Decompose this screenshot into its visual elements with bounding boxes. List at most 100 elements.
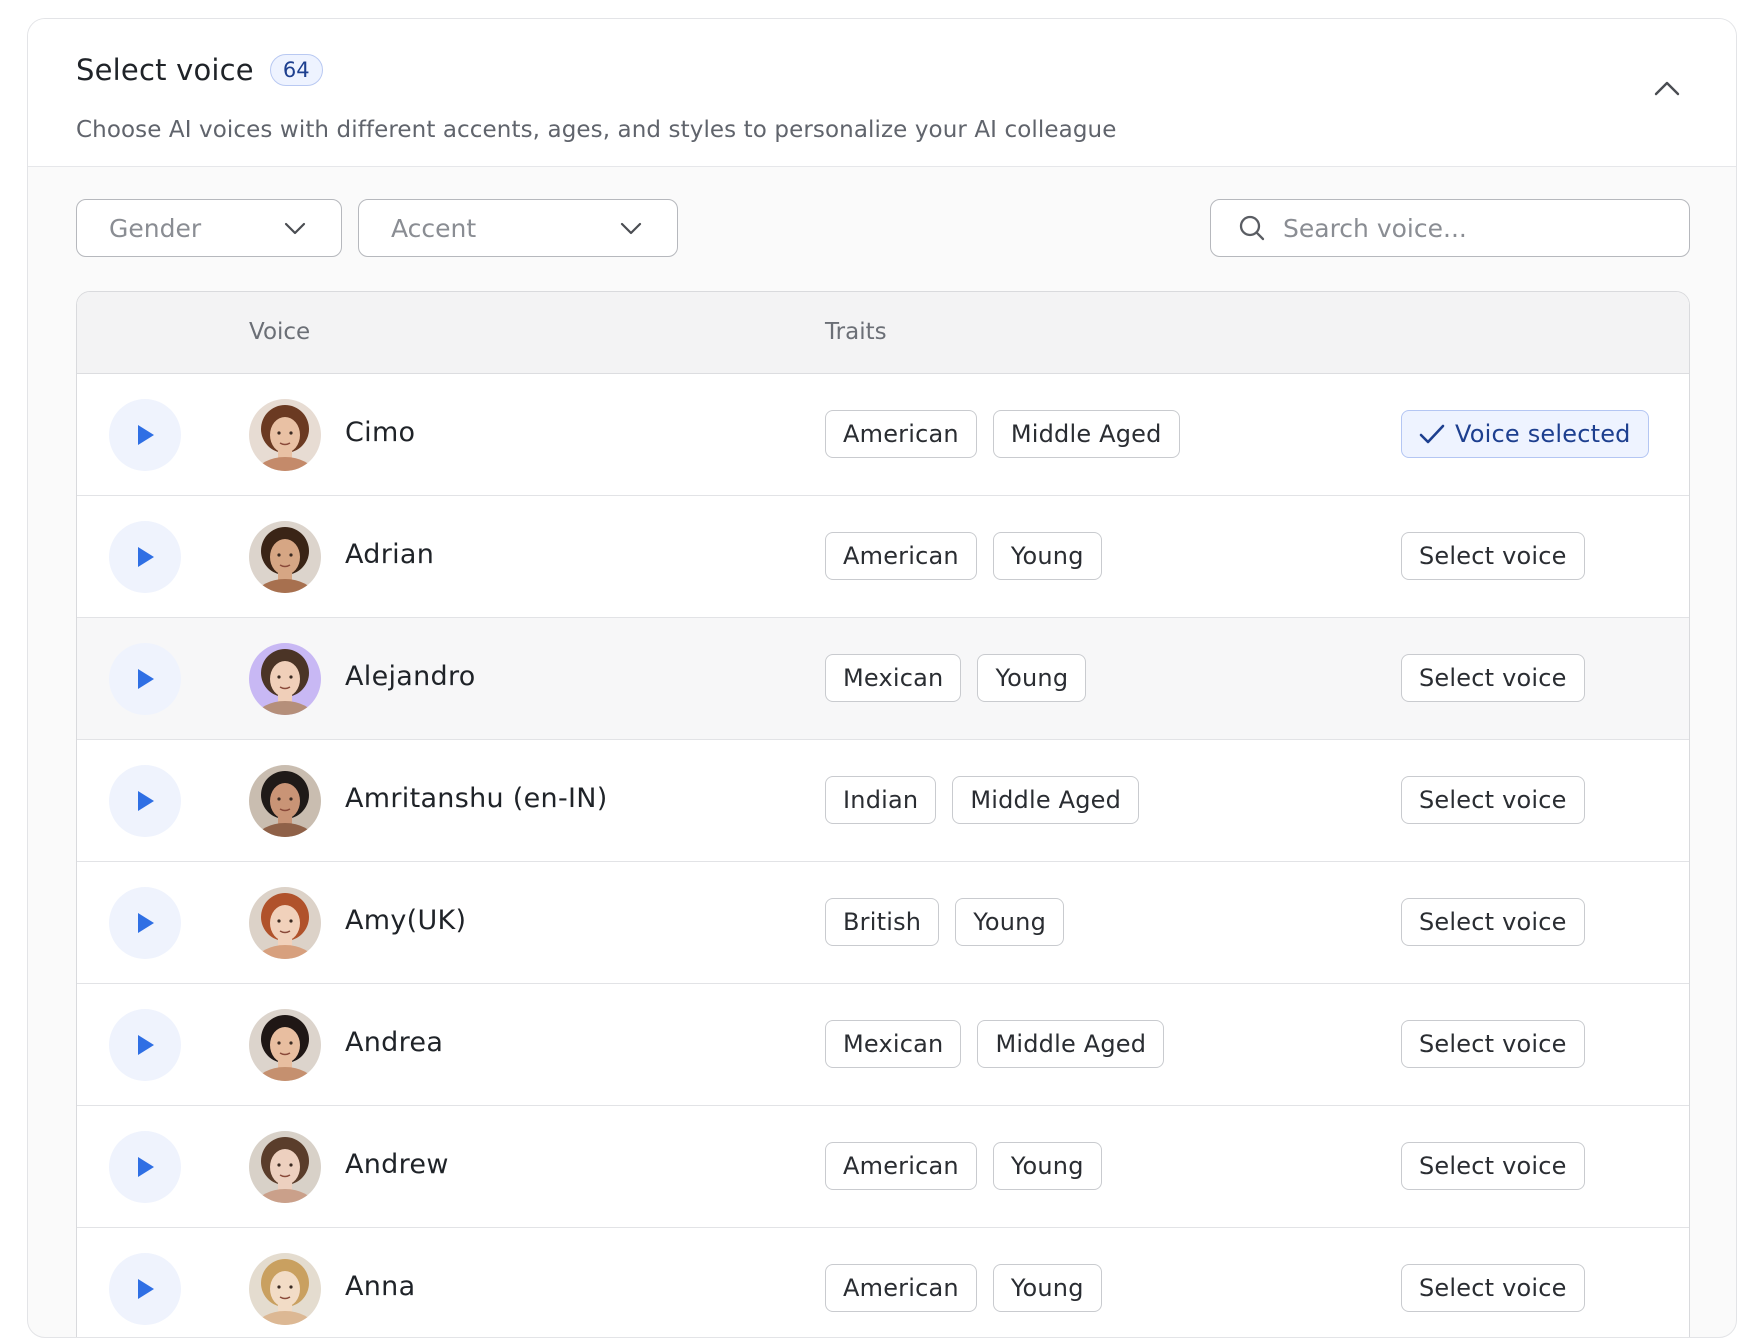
voice-table: Voice Traits Cimo American Middle Aged Voic… — [76, 291, 1690, 1337]
search-icon — [1237, 213, 1267, 243]
voice-name: Alejandro — [345, 661, 476, 692]
title-row: Select voice 64 — [76, 53, 323, 87]
search-input[interactable] — [1281, 212, 1665, 244]
voice-name: Andrea — [345, 1027, 444, 1058]
play-icon — [138, 1279, 154, 1299]
play-icon — [138, 669, 154, 689]
play-button[interactable] — [109, 1009, 181, 1081]
trait-chip: American — [825, 410, 977, 458]
table-row: Andrea Mexican Middle Aged Select voice — [77, 984, 1689, 1106]
table-row: Cimo American Middle Aged Voice selected — [77, 374, 1689, 496]
avatar — [249, 765, 321, 837]
action-label: Select voice — [1419, 1274, 1567, 1302]
play-button[interactable] — [109, 1131, 181, 1203]
voice-name: Anna — [345, 1271, 416, 1302]
play-button[interactable] — [109, 765, 181, 837]
chevron-up-icon — [1654, 81, 1680, 96]
accent-dropdown-label: Accent — [391, 213, 477, 243]
play-icon — [138, 425, 154, 445]
trait-list: Mexican Young — [825, 654, 1087, 702]
trait-chip: American — [825, 1142, 977, 1190]
trait-chip: Mexican — [825, 1020, 962, 1068]
table-row: Adrian American Young Select voice — [77, 496, 1689, 618]
play-button[interactable] — [109, 643, 181, 715]
trait-chip: Middle Aged — [952, 776, 1140, 824]
trait-list: British Young — [825, 898, 1065, 946]
trait-chip: Indian — [825, 776, 937, 824]
play-button[interactable] — [109, 1253, 181, 1325]
action-label: Select voice — [1419, 786, 1567, 814]
play-icon — [138, 547, 154, 567]
play-icon — [138, 913, 154, 933]
voice-name: Amritanshu (en-IN) — [345, 783, 608, 814]
voice-name: Andrew — [345, 1149, 449, 1180]
trait-list: American Young — [825, 1264, 1102, 1312]
table-row: Alejandro Mexican Young Select voice — [77, 618, 1689, 740]
voice-name: Amy(UK) — [345, 905, 467, 936]
trait-list: American Young — [825, 532, 1102, 580]
action-label: Select voice — [1419, 664, 1567, 692]
trait-chip: Young — [955, 898, 1065, 946]
select-voice-button[interactable]: Select voice — [1401, 1264, 1585, 1312]
select-voice-button[interactable]: Select voice — [1401, 532, 1585, 580]
trait-chip: Middle Aged — [977, 1020, 1165, 1068]
chevron-down-icon — [620, 222, 642, 235]
action-label: Select voice — [1419, 908, 1567, 936]
avatar — [249, 1009, 321, 1081]
table-row: Anna American Young Select voice — [77, 1228, 1689, 1337]
trait-chip: Young — [992, 532, 1102, 580]
table-row: Amy(UK) British Young Select voice — [77, 862, 1689, 984]
select-voice-button[interactable]: Select voice — [1401, 1142, 1585, 1190]
play-icon — [138, 791, 154, 811]
avatar — [249, 399, 321, 471]
avatar — [249, 521, 321, 593]
collapse-button[interactable] — [1650, 71, 1684, 105]
trait-chip: American — [825, 532, 977, 580]
voice-name: Cimo — [345, 417, 416, 448]
voice-selection-panel: Select voice 64 Choose AI voices with di… — [27, 18, 1737, 1338]
trait-chip: Middle Aged — [992, 410, 1180, 458]
trait-chip: Mexican — [825, 654, 962, 702]
gender-dropdown-label: Gender — [109, 213, 202, 243]
page-title: Select voice — [76, 53, 254, 87]
filter-bar: Gender Accent — [76, 199, 1690, 259]
voice-selected-button[interactable]: Voice selected — [1401, 410, 1649, 458]
column-header-voice: Voice — [249, 319, 311, 345]
table-row: Andrew American Young Select voice — [77, 1106, 1689, 1228]
action-label: Select voice — [1419, 1152, 1567, 1180]
checkmark-icon — [1419, 423, 1445, 445]
trait-list: Indian Middle Aged — [825, 776, 1140, 824]
trait-list: American Middle Aged — [825, 410, 1180, 458]
select-voice-button[interactable]: Select voice — [1401, 898, 1585, 946]
trait-list: American Young — [825, 1142, 1102, 1190]
trait-chip: British — [825, 898, 940, 946]
select-voice-button[interactable]: Select voice — [1401, 776, 1585, 824]
column-header-traits: Traits — [825, 319, 887, 345]
trait-chip: Young — [992, 1142, 1102, 1190]
play-button[interactable] — [109, 399, 181, 471]
play-icon — [138, 1157, 154, 1177]
avatar — [249, 1253, 321, 1325]
action-label: Voice selected — [1455, 420, 1631, 448]
trait-chip: Young — [992, 1264, 1102, 1312]
voice-name: Adrian — [345, 539, 435, 570]
avatar — [249, 1131, 321, 1203]
table-header: Voice Traits — [77, 292, 1689, 374]
panel-header: Select voice 64 Choose AI voices with di… — [28, 19, 1736, 167]
voice-count-badge: 64 — [269, 54, 323, 86]
play-button[interactable] — [109, 521, 181, 593]
action-label: Select voice — [1419, 542, 1567, 570]
chevron-down-icon — [284, 222, 306, 235]
play-icon — [138, 1035, 154, 1055]
select-voice-button[interactable]: Select voice — [1401, 654, 1585, 702]
select-voice-button[interactable]: Select voice — [1401, 1020, 1585, 1068]
table-row: Amritanshu (en-IN) Indian Middle Aged Selec… — [77, 740, 1689, 862]
trait-chip: Young — [977, 654, 1087, 702]
avatar — [249, 643, 321, 715]
trait-list: Mexican Middle Aged — [825, 1020, 1165, 1068]
accent-dropdown[interactable]: Accent — [358, 199, 678, 257]
gender-dropdown[interactable]: Gender — [76, 199, 342, 257]
search-box[interactable] — [1210, 199, 1690, 257]
play-button[interactable] — [109, 887, 181, 959]
avatar — [249, 887, 321, 959]
